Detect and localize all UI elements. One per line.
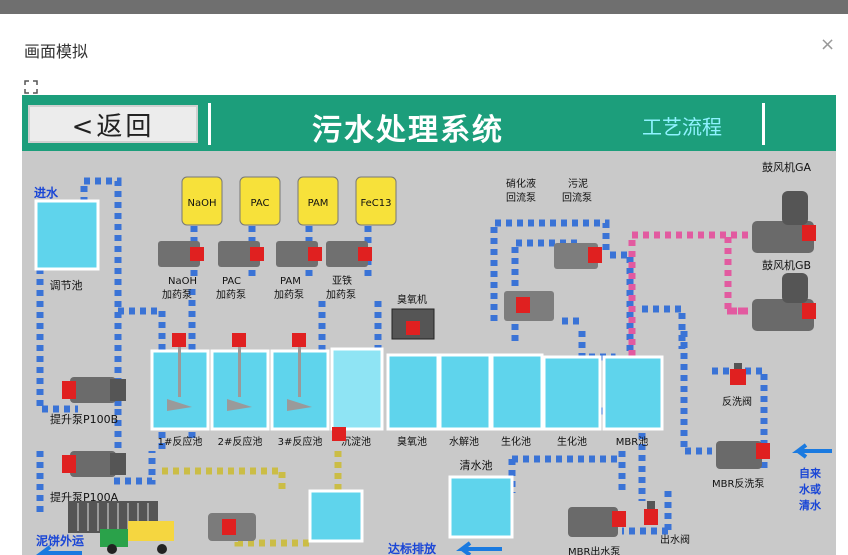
- cake-arrow-icon: [36, 545, 82, 555]
- inlet-label: 进水: [34, 185, 59, 200]
- source-label: 自来: [799, 466, 822, 480]
- mbr-backwash-pump-label: MBR反洗泵: [712, 478, 764, 490]
- source-label: 水或: [799, 482, 821, 496]
- dosing-pumps[interactable]: [158, 241, 372, 267]
- mbr-backwash-pump[interactable]: [716, 441, 770, 469]
- ozone-machine[interactable]: [391, 308, 435, 340]
- ozone-machine-label: 臭氧机: [397, 293, 427, 306]
- sludge-return-pump[interactable]: [554, 243, 602, 269]
- discharge-arrow-icon: [456, 541, 502, 555]
- header-divider: [762, 103, 765, 145]
- process-diagram: 调节池 进水 提升泵P100B 提升泵P100A 泥饼外运 NaOH PAC P…: [34, 160, 832, 555]
- fecl-tag: FeC13: [360, 198, 391, 209]
- naoh-pump-label: NaOH: [168, 276, 197, 287]
- sludge-pump-label: 回流泵: [562, 191, 592, 204]
- back-button[interactable]: <返回: [28, 105, 198, 143]
- fe-pump-label: 加药泵: [326, 289, 356, 301]
- settle-valve[interactable]: [332, 427, 346, 441]
- window-top-bar: [0, 0, 848, 14]
- naoh-pump-label: 加药泵: [162, 289, 192, 301]
- ozone-tank-label: 臭氧池: [397, 435, 427, 448]
- clean-water-tank: [448, 475, 514, 539]
- pac-tag: PAC: [250, 198, 269, 209]
- reaction-tank-2-label: 2#反应池: [218, 435, 263, 448]
- lift-pump-p100b[interactable]: [62, 377, 126, 403]
- pac-pump-label: PAC: [222, 276, 241, 287]
- nitrate-pump-label: 回流泵: [506, 191, 536, 204]
- outlet-valve[interactable]: [644, 501, 658, 525]
- reaction-tank-1-label: 1#反应池: [158, 435, 203, 448]
- sludge-pump[interactable]: [208, 513, 256, 541]
- blower-gb-label: 鼓风机GB: [762, 258, 811, 272]
- bio-tank-1-label: 生化池: [501, 435, 531, 448]
- inflow-arrow-icon: [792, 443, 832, 459]
- scada-header: <返回 污水处理系统 工艺流程: [22, 95, 836, 151]
- pam-tag: PAM: [308, 198, 329, 209]
- nitrate-return-pump[interactable]: [504, 291, 554, 321]
- clean-tank-label: 清水池: [460, 459, 493, 472]
- pam-pump-label: PAM: [280, 276, 301, 287]
- lift-pump-p100a[interactable]: [62, 451, 126, 477]
- fullscreen-icon[interactable]: [24, 80, 38, 94]
- blower-ga[interactable]: [752, 191, 816, 253]
- process-tanks: [386, 353, 664, 431]
- blower-gb[interactable]: [752, 273, 816, 331]
- reaction-tank-3-label: 3#反应池: [278, 435, 323, 448]
- naoh-tag: NaOH: [188, 198, 217, 209]
- lift-pump-b-label: 提升泵P100B: [50, 413, 118, 426]
- header-divider: [208, 103, 211, 145]
- process-flow-link[interactable]: 工艺流程: [642, 111, 722, 140]
- mbr-outlet-pump[interactable]: [568, 507, 626, 537]
- pam-pump-label: 加药泵: [274, 289, 304, 301]
- system-title: 污水处理系统: [312, 113, 504, 148]
- sludge-tank: [308, 489, 364, 543]
- nitrate-pump-label: 硝化液: [506, 177, 536, 190]
- hydrolysis-tank-label: 水解池: [449, 435, 479, 448]
- reaction-tanks: [150, 347, 384, 431]
- adjust-tank: [34, 199, 100, 271]
- discharge-label: 达标排放: [388, 541, 437, 555]
- sludge-pump-label: 污泥: [568, 177, 588, 190]
- scada-panel: <返回 污水处理系统 工艺流程 调节池 进水 提升泵P100B 提升泵P100A…: [22, 95, 836, 555]
- cake-out-label: 泥饼外运: [36, 533, 84, 548]
- pac-pump-label: 加药泵: [216, 289, 246, 301]
- backwash-valve-label: 反洗阀: [722, 395, 752, 408]
- dialog-title: 画面模拟: [24, 42, 89, 61]
- backwash-valve[interactable]: [730, 363, 746, 385]
- adjust-tank-label: 调节池: [50, 279, 83, 292]
- blower-ga-label: 鼓风机GA: [762, 160, 812, 174]
- outlet-valve-label: 出水阀: [660, 533, 690, 546]
- mbr-tank-label: MBR池: [616, 435, 648, 448]
- fe-pump-label: 亚铁: [332, 274, 352, 287]
- mbr-outlet-pump-label: MBR出水泵: [568, 545, 620, 555]
- close-icon[interactable]: ×: [820, 34, 835, 55]
- bio-tank-2-label: 生化池: [557, 435, 587, 448]
- source-label: 清水: [799, 498, 822, 512]
